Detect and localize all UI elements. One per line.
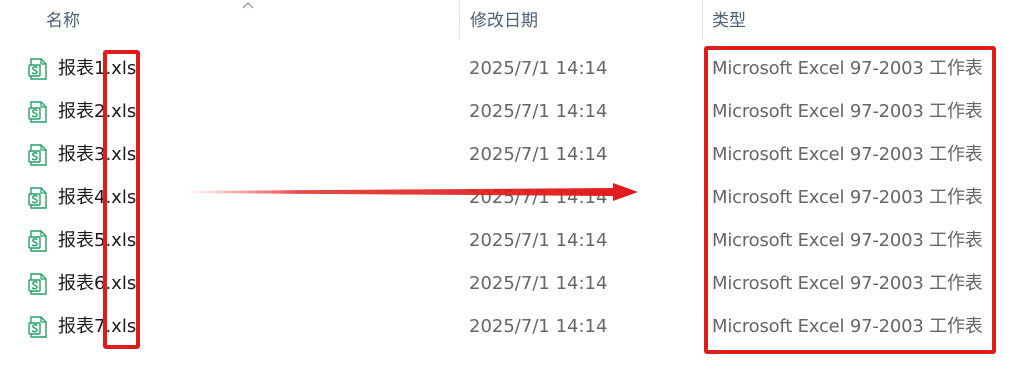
sort-ascending-chevron-icon[interactable] xyxy=(241,0,255,10)
column-header-type[interactable]: 类型 xyxy=(712,11,746,31)
column-header-name[interactable]: 名称 xyxy=(46,11,80,31)
file-modified-date: 2025/7/1 14:14 xyxy=(469,58,608,79)
column-header-date[interactable]: 修改日期 xyxy=(470,11,538,31)
file-modified-date: 2025/7/1 14:14 xyxy=(469,316,608,337)
column-header-bar: 名称 修改日期 类型 xyxy=(0,0,1026,40)
column-divider[interactable] xyxy=(459,0,460,40)
file-modified-date: 2025/7/1 14:14 xyxy=(469,273,608,294)
annotation-box-type-column xyxy=(704,46,996,354)
excel-sheet-icon xyxy=(28,144,47,166)
excel-sheet-icon xyxy=(28,101,47,123)
annotation-arrow xyxy=(185,183,638,201)
excel-sheet-icon xyxy=(28,273,47,295)
annotation-box-extension xyxy=(103,50,140,349)
file-modified-date: 2025/7/1 14:14 xyxy=(469,230,608,251)
excel-sheet-icon xyxy=(28,187,47,209)
excel-sheet-icon xyxy=(28,230,47,252)
excel-sheet-icon xyxy=(28,58,47,80)
file-modified-date: 2025/7/1 14:14 xyxy=(469,144,608,165)
excel-sheet-icon xyxy=(28,316,47,338)
file-modified-date: 2025/7/1 14:14 xyxy=(469,101,608,122)
column-divider[interactable] xyxy=(702,0,703,40)
